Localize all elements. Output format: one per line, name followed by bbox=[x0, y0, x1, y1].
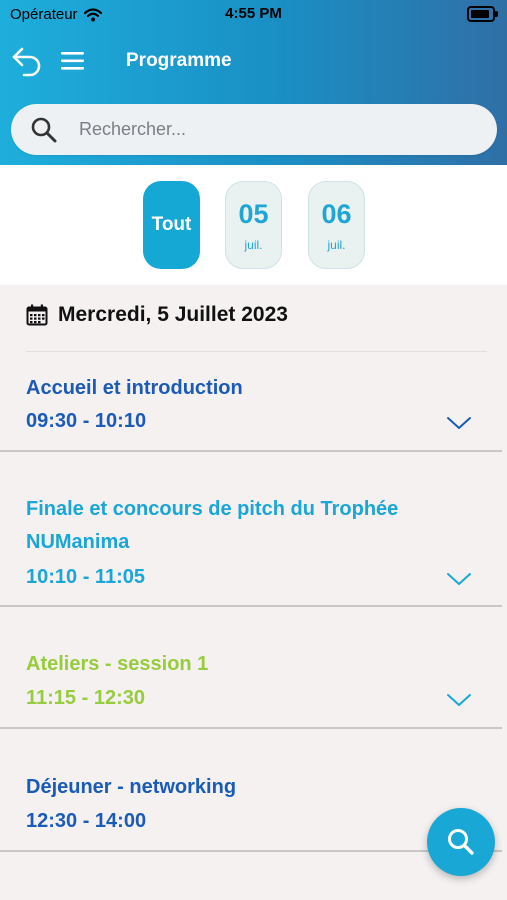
session-title-line-2: NUManima bbox=[26, 531, 130, 553]
divider bbox=[0, 850, 502, 852]
session-time: 09:30 - 10:10 bbox=[26, 410, 147, 432]
date-month: juil. bbox=[327, 237, 346, 252]
status-time: 4:55 PM bbox=[225, 5, 282, 22]
divider bbox=[0, 727, 502, 729]
day-title: Mercredi, 5 Juillet 2023 bbox=[58, 303, 288, 326]
battery-icon bbox=[467, 6, 498, 22]
divider bbox=[0, 450, 502, 452]
divider bbox=[26, 351, 487, 352]
session-title: Ateliers - session 1 bbox=[26, 653, 209, 675]
date-filter-day-05[interactable]: 05 juil. bbox=[225, 181, 282, 269]
session-title: Déjeuner - networking bbox=[26, 776, 237, 798]
date-filter-all-label: Tout bbox=[151, 214, 192, 235]
back-icon[interactable] bbox=[10, 43, 46, 79]
chevron-down-icon[interactable] bbox=[446, 571, 472, 587]
search-icon bbox=[31, 117, 57, 142]
nav-bar: Programme bbox=[0, 40, 507, 84]
session-title: Accueil et introduction bbox=[26, 377, 243, 399]
date-day-number: 06 bbox=[321, 198, 352, 229]
search-input[interactable] bbox=[77, 118, 461, 141]
session-item[interactable]: Ateliers - session 1 11:15 - 12:30 bbox=[0, 648, 507, 731]
hamburger-menu-icon[interactable] bbox=[60, 48, 86, 74]
date-month: juil. bbox=[244, 237, 263, 252]
date-filter-bar: Tout 05 juil. 06 juil. bbox=[0, 165, 507, 285]
search-icon bbox=[448, 829, 474, 855]
search-fab-button[interactable] bbox=[427, 808, 495, 876]
day-header: Mercredi, 5 Juillet 2023 bbox=[26, 303, 288, 327]
header: Opérateur 4:55 PM Programme bbox=[0, 0, 507, 165]
session-time: 11:15 - 12:30 bbox=[26, 687, 145, 709]
session-item[interactable]: Accueil et introduction 09:30 - 10:10 bbox=[0, 370, 507, 453]
session-item[interactable]: Finale et concours de pitch du Trophée N… bbox=[0, 493, 507, 609]
session-time: 12:30 - 14:00 bbox=[26, 810, 147, 832]
page-title: Programme bbox=[126, 50, 232, 71]
session-time: 10:10 - 11:05 bbox=[26, 566, 145, 588]
session-title-line-1: Finale et concours de pitch du Trophée bbox=[26, 498, 399, 520]
search-bar[interactable] bbox=[11, 104, 497, 155]
date-filter-day-06[interactable]: 06 juil. bbox=[308, 181, 365, 269]
program-list: Mercredi, 5 Juillet 2023 Accueil et intr… bbox=[0, 285, 507, 900]
chevron-down-icon[interactable] bbox=[446, 415, 472, 431]
chevron-down-icon[interactable] bbox=[446, 692, 472, 708]
date-day-number: 05 bbox=[238, 198, 269, 229]
divider bbox=[0, 605, 502, 607]
date-filter-all[interactable]: Tout bbox=[143, 181, 200, 269]
calendar-icon bbox=[26, 304, 48, 326]
status-bar: Opérateur 4:55 PM bbox=[0, 0, 507, 28]
